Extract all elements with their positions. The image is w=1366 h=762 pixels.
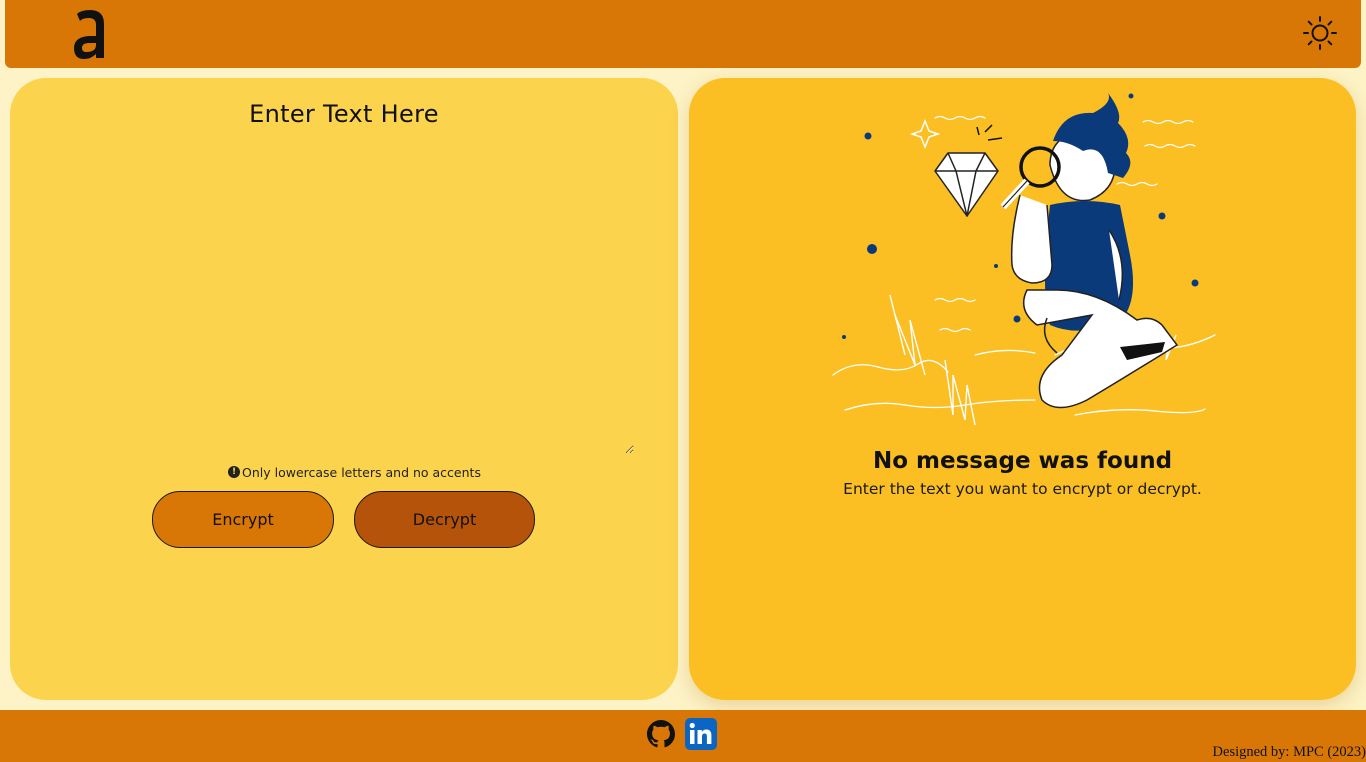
footer — [0, 710, 1366, 762]
encrypt-button[interactable]: Encrypt — [152, 491, 334, 548]
empty-message-title: No message was found — [872, 448, 1173, 474]
input-panel-title: Enter Text Here — [249, 100, 439, 128]
linkedin-icon[interactable] — [685, 718, 717, 750]
message-textarea[interactable] — [48, 136, 634, 454]
input-hint-text: Only lowercase letters and no accents — [242, 464, 481, 480]
header — [5, 0, 1361, 68]
exclamation-circle-icon: ! — [228, 466, 240, 478]
input-hint: ! Only lowercase letters and no accents — [228, 464, 481, 480]
logo-icon[interactable] — [71, 8, 109, 60]
empty-message-subtitle: Enter the text you want to encrypt or de… — [843, 480, 1202, 498]
sun-icon[interactable] — [1302, 15, 1338, 51]
decrypt-button[interactable]: Decrypt — [354, 491, 535, 548]
person-with-magnifier-illustration — [832, 93, 1216, 426]
footer-credits: Designed by: MPC (2023) — [1212, 744, 1366, 760]
github-icon[interactable] — [647, 720, 675, 748]
